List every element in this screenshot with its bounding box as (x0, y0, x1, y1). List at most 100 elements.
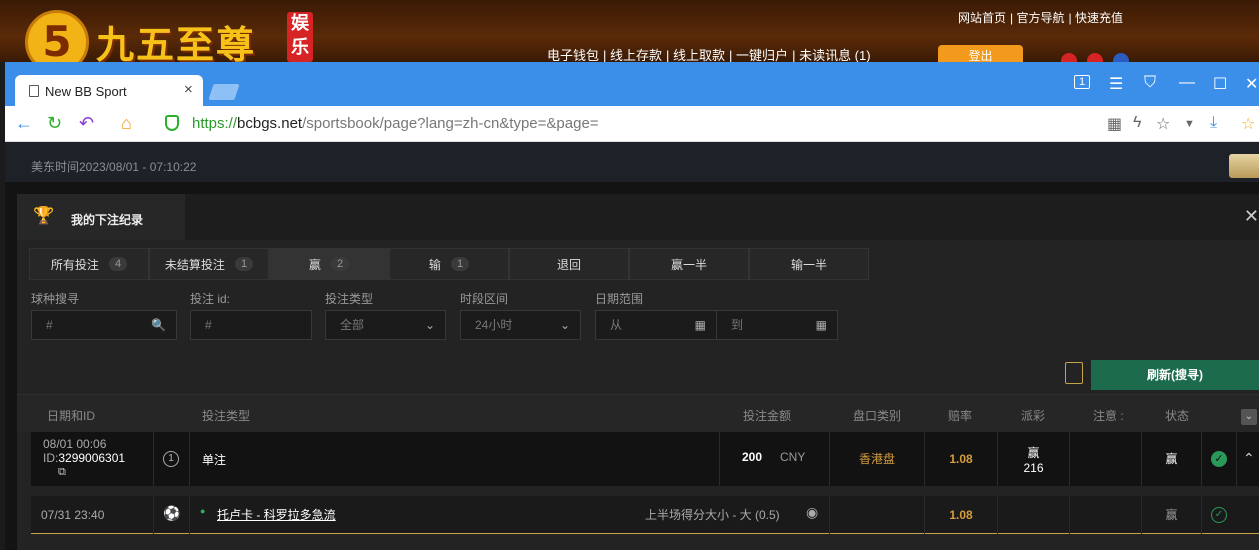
url-field[interactable]: https://bcbgs.net/sportsbook/page?lang=z… (192, 115, 599, 132)
bet-status-cell: 赢 (1142, 432, 1202, 486)
bet-type-select[interactable]: 全部 ⌄ (325, 310, 446, 340)
panel-title-tab[interactable]: 🏆 我的下注纪录 (17, 194, 185, 240)
undo-icon[interactable]: ↶ (79, 113, 94, 134)
sportsbook-page: 美东时间2023/08/01 - 07:10:22 🏆 我的下注纪录 ✕ 所有投… (5, 142, 1259, 550)
table-header: 日期和ID 投注类型 投注金额 盘口类别 赔率 派彩 注意 : 状态 ⌄ (17, 394, 1259, 432)
info-person-icon[interactable]: ◉ (806, 504, 818, 521)
search-icon[interactable]: 🔍 (151, 311, 166, 339)
col-status: 状态 (1165, 409, 1190, 423)
bet-notes-cell (1070, 432, 1142, 486)
tab-half-lost[interactable]: 输一半 (749, 248, 869, 280)
time-bar: 美东时间2023/08/01 - 07:10:22 (5, 142, 1259, 182)
nav-consolidate[interactable]: 一键归户 (736, 48, 788, 63)
tab-half-won[interactable]: 赢一半 (629, 248, 749, 280)
qr-code-icon[interactable]: ▦ (1107, 114, 1122, 134)
col-payout: 派彩 (1021, 409, 1046, 423)
bet-odds-cell: 1.08 (925, 432, 998, 486)
date-from-input[interactable]: 从 ▦ (595, 310, 717, 340)
filter-tabs: 所有投注 4 未结算投注 1 赢2 输1 退回 赢一半 输一半 (29, 248, 873, 280)
tab-title: New BB Sport (45, 84, 127, 99)
nav-deposit[interactable]: 线上存款 (610, 48, 662, 63)
panel-title: 我的下注纪录 (71, 213, 144, 227)
tab-refunded[interactable]: 退回 (509, 248, 629, 280)
table-row[interactable]: 08/01 00:06 ID:3299006301 ⧉ 1 单注 200 CNY… (31, 432, 1259, 486)
collapse-all-icon[interactable]: ⌄ (1241, 409, 1257, 425)
calendar-icon[interactable]: ▦ (816, 311, 827, 339)
bet-history-panel: 🏆 我的下注纪录 ✕ 所有投注 4 未结算投注 1 赢2 输1 退回 赢一半 输一半… (17, 194, 1259, 550)
bet-id-input[interactable]: # (190, 310, 312, 340)
site-logo-text: 九五至尊 (96, 22, 257, 67)
security-shield-icon[interactable] (165, 115, 179, 131)
leg-status-cell: 赢 (1142, 496, 1202, 534)
date-to-input[interactable]: 到 ▦ (716, 310, 838, 340)
document-icon (29, 85, 39, 97)
top-link-home[interactable]: 网站首页 (958, 11, 1006, 25)
bet-payout-cell: 赢 216 (998, 432, 1070, 486)
download-icon[interactable]: ⤓ (1210, 114, 1217, 132)
bet-type-label: 投注类型 (325, 292, 374, 306)
trophy-icon: 🏆 (33, 206, 55, 225)
leg-sport-cell: ⚽ (154, 496, 190, 534)
reload-icon[interactable]: ↻ (47, 113, 62, 134)
col-odds: 赔率 (948, 409, 973, 423)
tab-lost[interactable]: 输1 (389, 248, 509, 280)
bet-leg-row[interactable]: 07/31 23:40 ⚽ ● 托卢卡 - 科罗拉多急流 上半场得分大小 - 大… (31, 496, 1259, 534)
bet-index-cell: 1 (154, 432, 190, 486)
maximize-icon[interactable]: ☐ (1213, 74, 1227, 94)
back-icon[interactable]: ← (15, 113, 33, 134)
soccer-ball-icon: ⚽ (163, 505, 181, 521)
bet-id: 3299006301 (58, 451, 126, 465)
tab-unsettled[interactable]: 未结算投注 1 (149, 248, 269, 280)
nav-messages[interactable]: 未读讯息 (1) (799, 48, 871, 63)
close-panel-icon[interactable]: ✕ (1244, 206, 1259, 227)
date-range-label: 日期范围 (595, 292, 644, 306)
tab-won[interactable]: 赢2 (269, 248, 389, 280)
check-circle-icon: ✓ (1211, 451, 1227, 467)
minimize-icon[interactable]: — (1179, 74, 1195, 92)
bet-date-cell: 08/01 00:06 ID:3299006301 ⧉ (31, 432, 154, 486)
col-amount: 投注金额 (743, 409, 792, 423)
leg-match-cell: ● 托卢卡 - 科罗拉多急流 上半场得分大小 - 大 (0.5) ◉ (190, 496, 830, 534)
favorites-icon[interactable]: ☆ (1241, 114, 1255, 134)
menu-icon[interactable]: ☰ (1109, 74, 1123, 94)
leg-notes-cell (1070, 496, 1142, 534)
top-link-nav[interactable]: 官方导航 (1016, 11, 1064, 25)
site-logo-badge: 娱乐 (287, 12, 313, 62)
panel-header: 🏆 我的下注纪录 ✕ (17, 194, 1259, 240)
home-icon[interactable]: ⌂ (121, 113, 132, 134)
bookmark-star-icon[interactable]: ☆ (1156, 114, 1170, 134)
col-market: 盘口类别 (853, 409, 902, 423)
leg-market-cell (830, 496, 925, 534)
refresh-search-button[interactable]: 刷新(搜寻) (1091, 360, 1259, 390)
bet-type-cell: 单注 (190, 432, 720, 486)
chevron-down-icon[interactable]: ▼ (1184, 118, 1195, 130)
nav-withdraw[interactable]: 线上取款 (673, 48, 725, 63)
tab-all-bets[interactable]: 所有投注 4 (29, 248, 149, 280)
col-date-id: 日期和ID (47, 409, 96, 423)
chevron-up-icon[interactable]: ⌃ (1243, 450, 1255, 467)
lightning-icon[interactable]: ϟ (1133, 114, 1141, 132)
shirt-icon[interactable]: ⛉ (1144, 74, 1156, 92)
period-select[interactable]: 24小时 ⌄ (460, 310, 581, 340)
close-window-icon[interactable]: ✕ (1245, 74, 1258, 94)
top-link-deposit[interactable]: 快速充值 (1075, 11, 1123, 25)
clipboard-icon[interactable] (1065, 362, 1083, 384)
nav-wallet[interactable]: 电子钱包 (547, 48, 599, 63)
live-dot-icon: ● (200, 506, 206, 516)
match-link[interactable]: 托卢卡 - 科罗拉多急流 (217, 506, 336, 523)
side-button[interactable] (1229, 154, 1259, 178)
bet-market-cell: 香港盘 (830, 432, 925, 486)
period-label: 时段区间 (460, 292, 509, 306)
tab-count-icon[interactable]: 1 (1074, 75, 1091, 89)
check-circle-outline-icon: ✓ (1211, 507, 1227, 523)
new-tab-button[interactable] (208, 84, 240, 100)
bet-index-badge: 1 (163, 451, 179, 467)
sport-search-input[interactable]: # 🔍 (31, 310, 177, 340)
calendar-icon[interactable]: ▦ (695, 311, 706, 339)
browser-tab[interactable]: New BB Sport × (15, 75, 203, 106)
sport-search-label: 球种搜寻 (31, 292, 80, 306)
copy-icon[interactable]: ⧉ (58, 466, 66, 479)
site-header: 5 九五至尊 娱乐 网站首页 | 官方导航 | 快速充值 电子钱包 | 线上存款 | 线… (0, 0, 1259, 74)
chevron-down-icon: ⌄ (559, 318, 570, 332)
close-tab-icon[interactable]: × (184, 81, 193, 98)
